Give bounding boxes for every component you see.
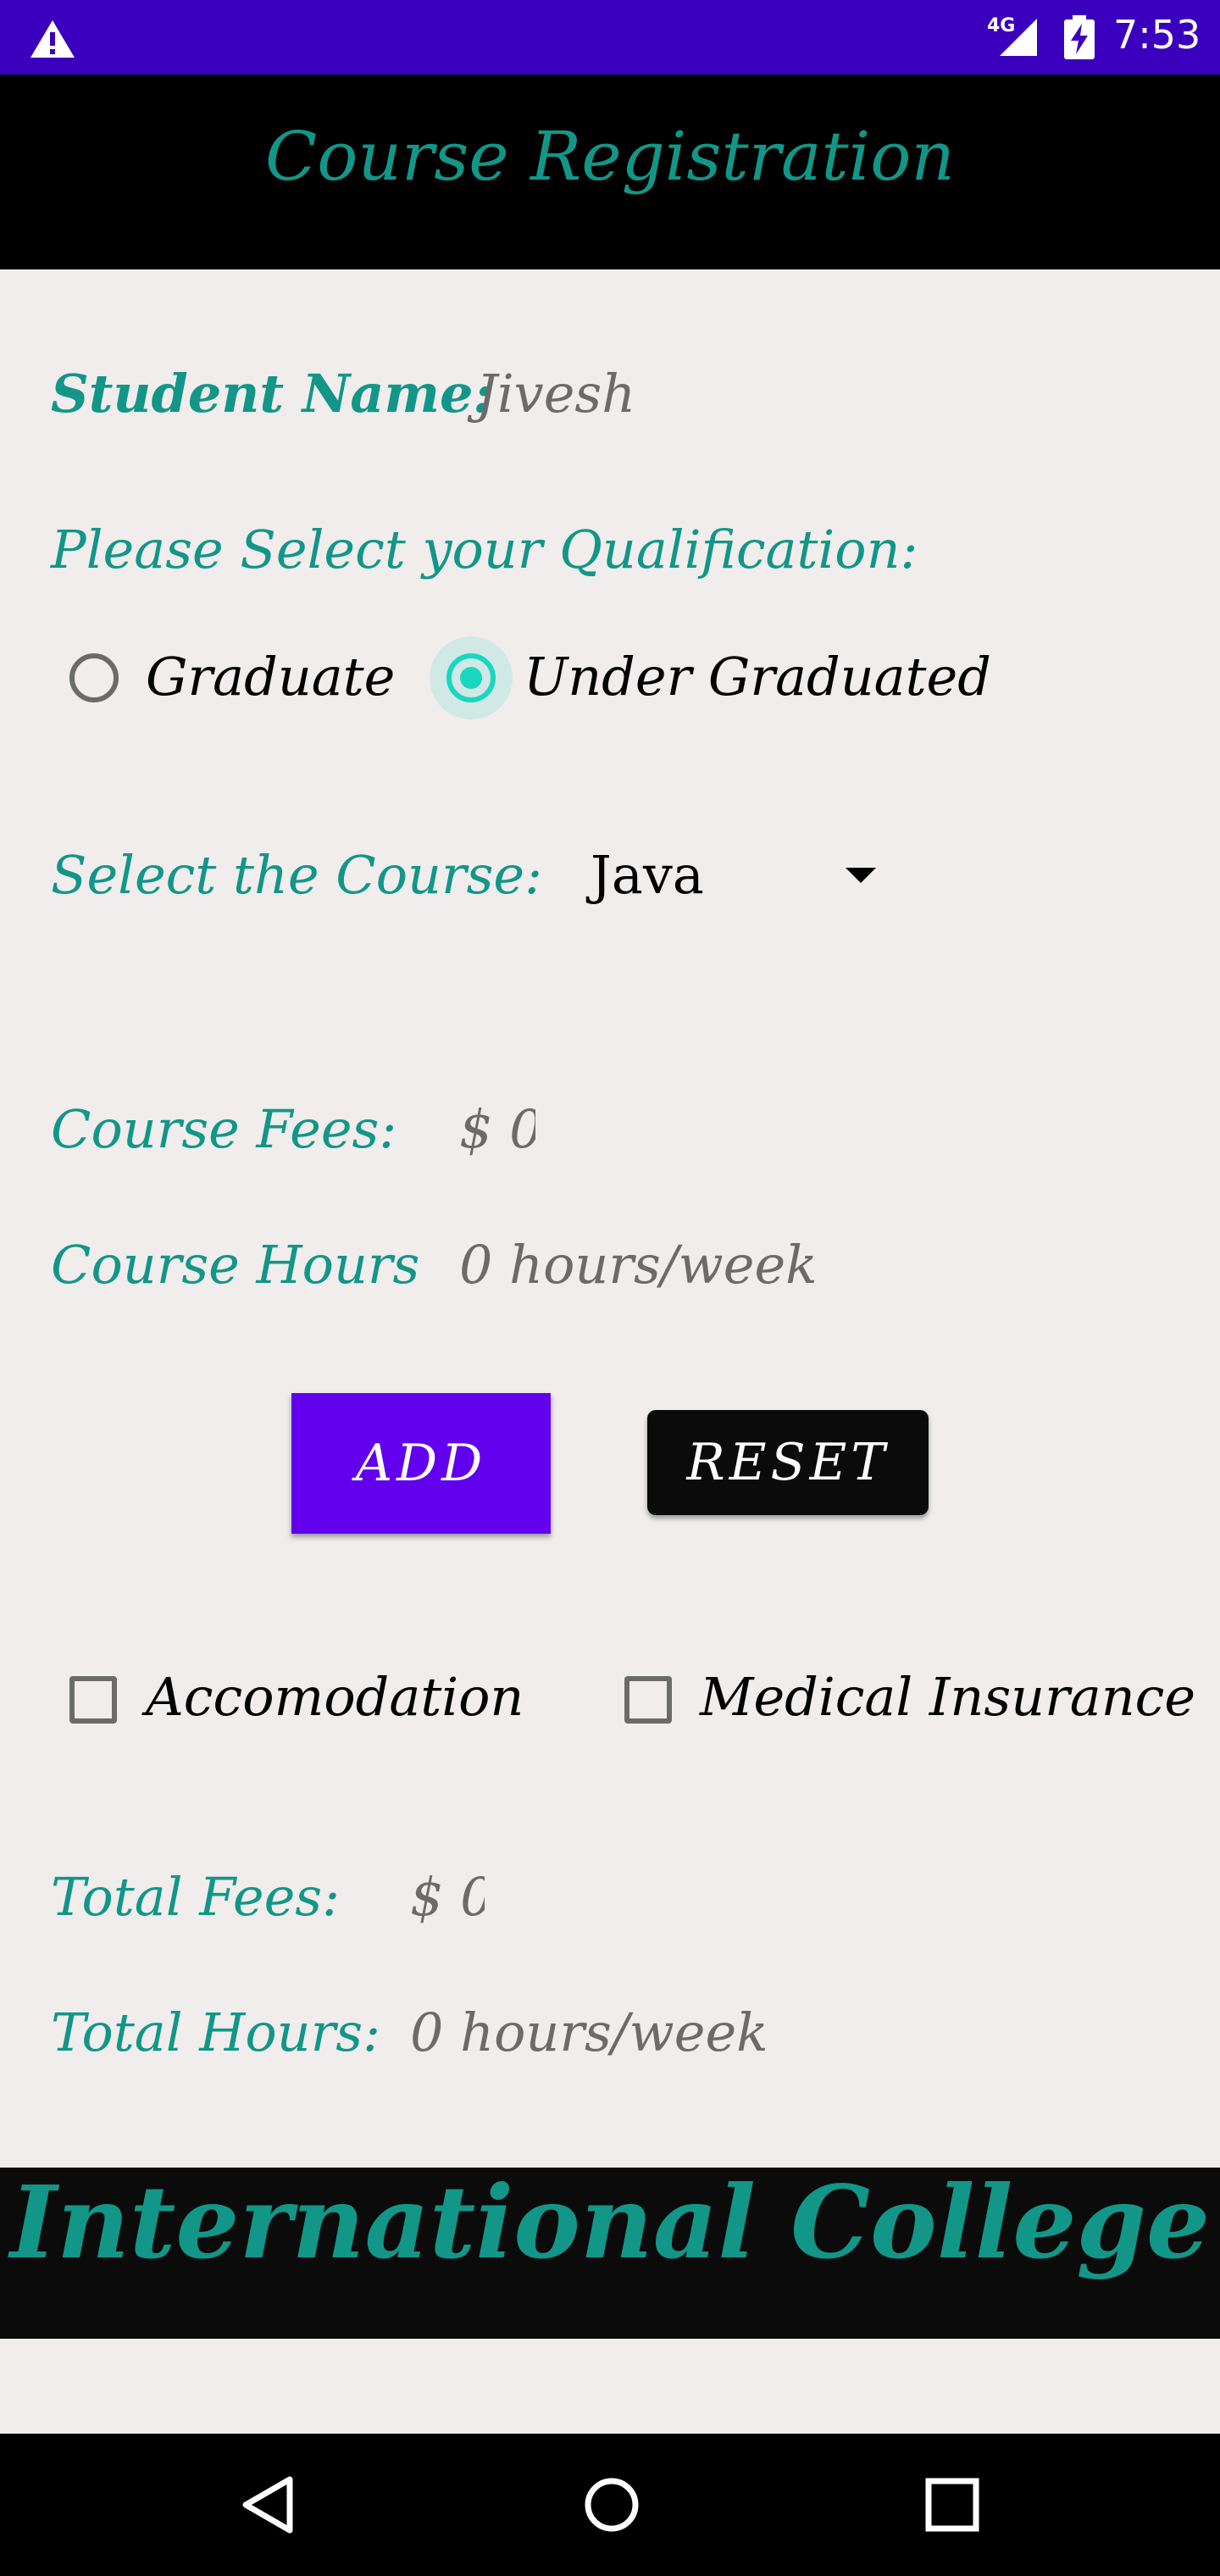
qualification-prompt: Please Select your Qualification:: [51, 519, 918, 580]
reset-button-label: RESET: [686, 1433, 890, 1492]
radio-selected-dot: [460, 667, 482, 689]
course-dropdown-value[interactable]: Java: [591, 844, 704, 906]
total-fees-value: $ 0: [410, 1866, 485, 1928]
accomodation-checkbox[interactable]: [69, 1676, 117, 1724]
radio-graduate[interactable]: [69, 653, 119, 702]
total-hours-value: 0 hours/week: [410, 2001, 768, 2063]
total-fees-label: Total Fees:: [51, 1866, 340, 1928]
course-hours-label: Course Hours: [51, 1234, 420, 1296]
add-button[interactable]: ADD: [291, 1393, 551, 1534]
medical-insurance-label[interactable]: Medical Insurance: [700, 1666, 1195, 1728]
warning-icon: [30, 20, 75, 58]
student-name-label: Student Name:: [51, 363, 493, 425]
course-fees-label: Course Fees:: [51, 1098, 397, 1160]
student-name-field[interactable]: Jivesh: [476, 363, 635, 425]
medical-insurance-checkbox[interactable]: [624, 1676, 672, 1724]
course-fees-value: $ 0: [459, 1098, 535, 1160]
footer-title: International College: [9, 2163, 1211, 2281]
total-hours-label: Total Hours:: [51, 2001, 380, 2063]
status-clock: 7:53: [1113, 12, 1201, 58]
accomodation-label[interactable]: Accomodation: [146, 1666, 524, 1728]
add-button-label: ADD: [355, 1434, 487, 1493]
radio-graduate-label[interactable]: Graduate: [146, 646, 395, 708]
course-hours-value: 0 hours/week: [459, 1234, 818, 1296]
home-icon[interactable]: [580, 2473, 644, 2537]
course-prompt: Select the Course:: [51, 844, 543, 906]
signal-icon: [1000, 19, 1037, 56]
battery-charging-icon: [1064, 15, 1095, 59]
reset-button[interactable]: RESET: [647, 1410, 929, 1515]
page-title: Course Registration: [265, 117, 955, 196]
radio-under-graduated-label[interactable]: Under Graduated: [524, 646, 991, 708]
dropdown-arrow-icon[interactable]: [846, 868, 876, 883]
recents-icon[interactable]: [920, 2473, 984, 2537]
back-icon[interactable]: [237, 2473, 302, 2537]
